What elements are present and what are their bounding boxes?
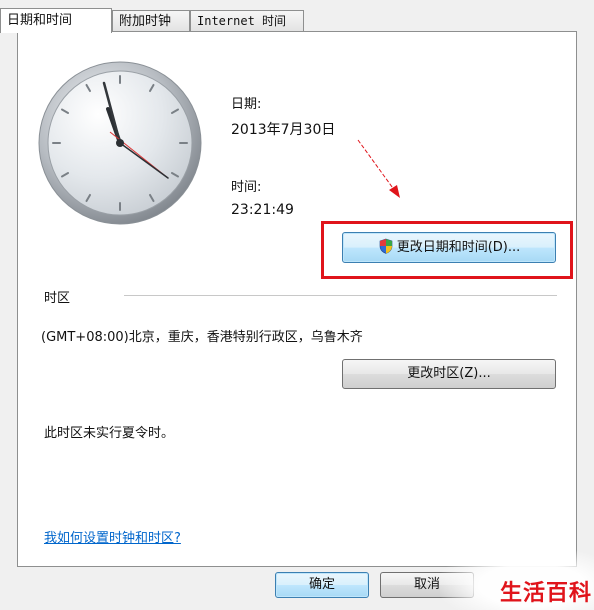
tab-strip: 日期和时间 附加时钟 Internet 时间: [0, 8, 594, 33]
red-arrow-annotation: [357, 139, 400, 198]
date-label: 日期:: [231, 97, 262, 112]
help-link[interactable]: 我如何设置时钟和时区?: [44, 527, 181, 546]
change-timezone-button[interactable]: 更改时区(Z)...: [342, 359, 556, 389]
time-value: 23:21:49: [231, 202, 294, 218]
uac-shield-icon: [379, 238, 393, 254]
tab-additional-clocks[interactable]: 附加时钟: [112, 10, 190, 31]
tab-date-time[interactable]: 日期和时间: [0, 8, 112, 33]
ok-button[interactable]: 确定: [275, 572, 369, 598]
change-date-time-button[interactable]: 更改日期和时间(D)...: [342, 232, 556, 263]
timezone-section-label: 时区: [44, 291, 71, 306]
watermark-text: 生活百科: [500, 581, 593, 606]
timezone-separator: [124, 295, 557, 296]
date-value: 2013年7月30日: [231, 122, 336, 138]
timezone-value: (GMT+08:00)北京，重庆，香港特别行政区，乌鲁木齐: [41, 330, 363, 345]
time-label: 时间:: [231, 180, 262, 195]
analog-clock: [38, 61, 202, 225]
tab-internet-time[interactable]: Internet 时间: [190, 10, 304, 31]
change-date-time-label: 更改日期和时间(D)...: [396, 240, 521, 255]
dst-note: 此时区未实行夏令时。: [44, 426, 175, 441]
